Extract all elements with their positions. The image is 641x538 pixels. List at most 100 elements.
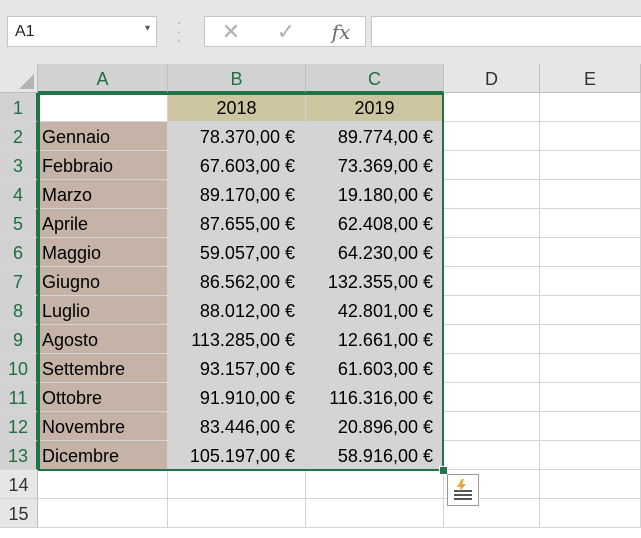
cell-b6[interactable]: 59.057,00 € [168,238,306,267]
cell-b3[interactable]: 67.603,00 € [168,151,306,180]
cell-c8[interactable]: 42.801,00 € [306,296,444,325]
column-header-e[interactable]: E [540,64,641,93]
cell-b13[interactable]: 105.197,00 € [168,441,306,470]
cell-a6[interactable]: Maggio [38,238,168,267]
row-header[interactable]: 15 [0,499,38,528]
insert-function-icon[interactable]: fx [321,19,361,45]
cell-e2[interactable] [540,122,641,151]
cell-d12[interactable] [444,412,540,441]
row-header[interactable]: 9 [0,325,38,354]
cell-a14[interactable] [38,470,168,499]
cell-d11[interactable] [444,383,540,412]
column-header-b[interactable]: B [168,64,306,93]
cell-d13[interactable] [444,441,540,470]
column-header-d[interactable]: D [444,64,540,93]
cell-e14[interactable] [540,470,641,499]
cell-b4[interactable]: 89.170,00 € [168,180,306,209]
cell-b12[interactable]: 83.446,00 € [168,412,306,441]
row-header[interactable]: 3 [0,151,38,180]
formula-input[interactable] [371,16,641,47]
cell-a13[interactable]: Dicembre [38,441,168,470]
cancel-icon[interactable]: ✕ [211,19,251,45]
cell-e7[interactable] [540,267,641,296]
cell-d7[interactable] [444,267,540,296]
cell-d5[interactable] [444,209,540,238]
cell-c9[interactable]: 12.661,00 € [306,325,444,354]
cell-b5[interactable]: 87.655,00 € [168,209,306,238]
cell-c14[interactable] [306,470,444,499]
cell-c15[interactable] [306,499,444,528]
cell-c5[interactable]: 62.408,00 € [306,209,444,238]
cell-a15[interactable] [38,499,168,528]
row-header[interactable]: 4 [0,180,38,209]
cell-a3[interactable]: Febbraio [38,151,168,180]
cell-c12[interactable]: 20.896,00 € [306,412,444,441]
cell-d8[interactable] [444,296,540,325]
cell-b11[interactable]: 91.910,00 € [168,383,306,412]
more-options-icon[interactable]: · · · [176,15,182,47]
quick-analysis-button[interactable] [447,474,479,506]
cell-d2[interactable] [444,122,540,151]
row-header[interactable]: 13 [0,441,38,470]
cell-a12[interactable]: Novembre [38,412,168,441]
cell-c11[interactable]: 116.316,00 € [306,383,444,412]
select-all-button[interactable] [0,64,38,93]
cell-d6[interactable] [444,238,540,267]
row-header[interactable]: 14 [0,470,38,499]
cell-e6[interactable] [540,238,641,267]
row-header[interactable]: 11 [0,383,38,412]
cell-c2[interactable]: 89.774,00 € [306,122,444,151]
row-header[interactable]: 12 [0,412,38,441]
row-header[interactable]: 10 [0,354,38,383]
cell-a5[interactable]: Aprile [38,209,168,238]
cell-d3[interactable] [444,151,540,180]
row-header[interactable]: 7 [0,267,38,296]
row-header[interactable]: 5 [0,209,38,238]
cell-e1[interactable] [540,93,641,122]
row-header[interactable]: 1 [0,93,38,122]
cell-c10[interactable]: 61.603,00 € [306,354,444,383]
cell-d4[interactable] [444,180,540,209]
cell-a4[interactable]: Marzo [38,180,168,209]
cell-c4[interactable]: 19.180,00 € [306,180,444,209]
row-header[interactable]: 6 [0,238,38,267]
column-header-c[interactable]: C [306,64,444,93]
cell-e3[interactable] [540,151,641,180]
cell-e13[interactable] [540,441,641,470]
cell-b14[interactable] [168,470,306,499]
row-header[interactable]: 8 [0,296,38,325]
cell-d1[interactable] [444,93,540,122]
cell-b1[interactable]: 2018 [168,93,306,122]
enter-icon[interactable]: ✓ [266,19,306,45]
cell-c6[interactable]: 64.230,00 € [306,238,444,267]
cell-a11[interactable]: Ottobre [38,383,168,412]
cell-a10[interactable]: Settembre [38,354,168,383]
cell-d10[interactable] [444,354,540,383]
cell-a2[interactable]: Gennaio [38,122,168,151]
cell-e10[interactable] [540,354,641,383]
cell-a9[interactable]: Agosto [38,325,168,354]
cell-e15[interactable] [540,499,641,528]
cell-a1[interactable] [38,93,168,122]
cell-c1[interactable]: 2019 [306,93,444,122]
cell-e5[interactable] [540,209,641,238]
cell-b8[interactable]: 88.012,00 € [168,296,306,325]
cell-a7[interactable]: Giugno [38,267,168,296]
name-box[interactable]: A1 ▾ [7,16,157,47]
cell-c7[interactable]: 132.355,00 € [306,267,444,296]
cell-e9[interactable] [540,325,641,354]
cell-e11[interactable] [540,383,641,412]
cell-e8[interactable] [540,296,641,325]
cell-b15[interactable] [168,499,306,528]
chevron-down-icon[interactable]: ▾ [145,23,150,34]
cell-c13[interactable]: 58.916,00 € [306,441,444,470]
cell-c3[interactable]: 73.369,00 € [306,151,444,180]
cell-b9[interactable]: 113.285,00 € [168,325,306,354]
column-header-a[interactable]: A [38,64,168,93]
cell-b2[interactable]: 78.370,00 € [168,122,306,151]
cell-e4[interactable] [540,180,641,209]
cell-b7[interactable]: 86.562,00 € [168,267,306,296]
cell-d9[interactable] [444,325,540,354]
cell-a8[interactable]: Luglio [38,296,168,325]
row-header[interactable]: 2 [0,122,38,151]
